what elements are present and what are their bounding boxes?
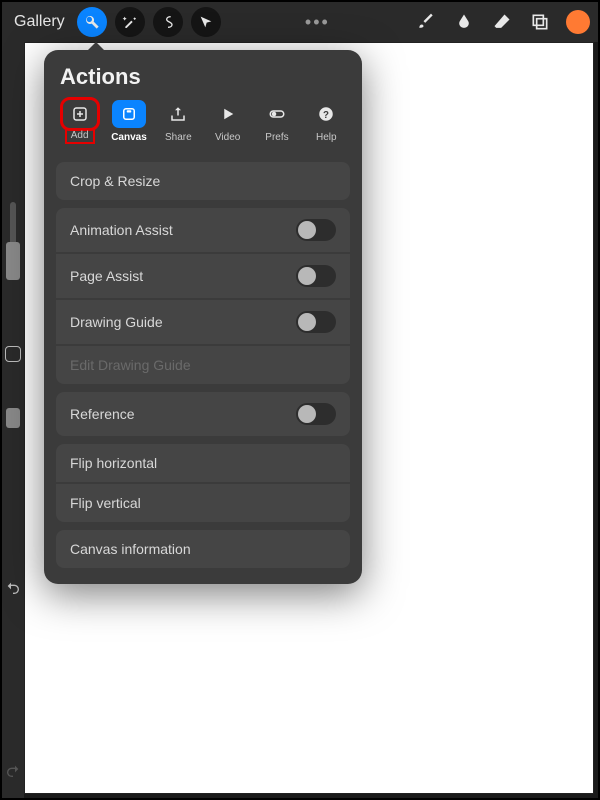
video-play-icon <box>219 105 237 123</box>
crop-resize-label: Crop & Resize <box>70 173 160 189</box>
actions-wrench-button[interactable] <box>77 7 107 37</box>
tab-share[interactable]: Share <box>155 100 202 144</box>
eraser-icon <box>492 12 512 32</box>
actions-tab-row: Add Canvas Share Video Prefs ? Help <box>56 100 350 154</box>
actions-title: Actions <box>56 64 350 90</box>
wrench-icon <box>84 14 100 30</box>
layers-tool[interactable] <box>528 10 552 34</box>
tab-help-label: Help <box>316 132 337 143</box>
left-sidebar <box>2 42 24 798</box>
add-icon <box>71 105 89 123</box>
prefs-toggle-icon <box>268 105 286 123</box>
adjustments-button[interactable] <box>115 7 145 37</box>
opacity-slider-knob[interactable] <box>6 408 20 428</box>
cursor-arrow-icon <box>198 14 214 30</box>
s-ribbon-icon <box>160 14 176 30</box>
smudge-tool[interactable] <box>452 10 476 34</box>
redo-button[interactable] <box>5 763 21 798</box>
tab-add-label: Add <box>65 130 95 144</box>
tab-video[interactable]: Video <box>204 100 251 144</box>
tab-help[interactable]: ? Help <box>303 100 350 144</box>
layers-icon <box>530 12 550 32</box>
selection-button[interactable] <box>153 7 183 37</box>
share-icon <box>169 105 187 123</box>
help-icon: ? <box>317 105 335 123</box>
modify-button[interactable] <box>5 346 21 362</box>
flip-horizontal-label: Flip horizontal <box>70 455 157 471</box>
brush-tool[interactable] <box>414 10 438 34</box>
flip-vertical-row[interactable]: Flip vertical <box>56 484 350 522</box>
flip-horizontal-row[interactable]: Flip horizontal <box>56 444 350 482</box>
top-toolbar: Gallery ••• <box>2 2 598 42</box>
canvas-information-row[interactable]: Canvas information <box>56 530 350 568</box>
drawing-guide-row[interactable]: Drawing Guide <box>56 300 350 344</box>
drawing-guide-label: Drawing Guide <box>70 314 163 330</box>
brush-size-slider-track[interactable] <box>10 202 16 246</box>
edit-drawing-guide-label: Edit Drawing Guide <box>70 357 191 373</box>
flip-vertical-label: Flip vertical <box>70 495 141 511</box>
tab-canvas[interactable]: Canvas <box>105 100 152 144</box>
animation-assist-row[interactable]: Animation Assist <box>56 208 350 252</box>
page-assist-row[interactable]: Page Assist <box>56 254 350 298</box>
crop-resize-row[interactable]: Crop & Resize <box>56 162 350 200</box>
transform-button[interactable] <box>191 7 221 37</box>
reference-toggle[interactable] <box>296 403 336 425</box>
gallery-link[interactable]: Gallery <box>10 13 69 31</box>
color-swatch[interactable] <box>566 10 590 34</box>
eraser-tool[interactable] <box>490 10 514 34</box>
edit-drawing-guide-row: Edit Drawing Guide <box>56 346 350 384</box>
page-assist-label: Page Assist <box>70 268 143 284</box>
page-assist-toggle[interactable] <box>296 265 336 287</box>
brush-size-slider-knob[interactable] <box>6 242 20 280</box>
tab-video-label: Video <box>215 132 240 143</box>
tab-share-label: Share <box>165 132 192 143</box>
brush-icon <box>416 12 436 32</box>
tab-add[interactable]: Add <box>56 100 103 144</box>
more-dots[interactable]: ••• <box>299 12 336 33</box>
smudge-icon <box>454 12 474 32</box>
tab-prefs-label: Prefs <box>265 132 288 143</box>
svg-text:?: ? <box>323 110 329 121</box>
tab-canvas-label: Canvas <box>111 132 147 143</box>
animation-assist-toggle[interactable] <box>296 219 336 241</box>
undo-icon <box>5 580 21 596</box>
actions-panel: Actions Add Canvas Share Video Prefs ? H… <box>44 50 362 584</box>
reference-label: Reference <box>70 406 135 422</box>
canvas-icon <box>120 105 138 123</box>
canvas-information-label: Canvas information <box>70 541 191 557</box>
reference-row[interactable]: Reference <box>56 392 350 436</box>
undo-button[interactable] <box>5 580 21 611</box>
tab-prefs[interactable]: Prefs <box>253 100 300 144</box>
animation-assist-label: Animation Assist <box>70 222 173 238</box>
drawing-guide-toggle[interactable] <box>296 311 336 333</box>
redo-icon <box>5 763 21 779</box>
wand-icon <box>122 14 138 30</box>
